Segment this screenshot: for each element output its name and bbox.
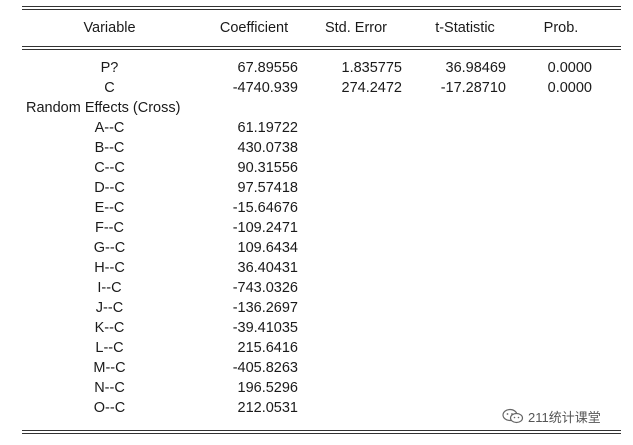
- table-row-variable: P?: [100, 60, 119, 76]
- header-coefficient: Coefficient: [219, 20, 289, 36]
- table-row-prob: 0.0000: [547, 80, 592, 96]
- effect-row-coefficient: 90.31556: [237, 160, 298, 176]
- watermark-text: 211统计课堂: [528, 409, 601, 425]
- header-variable: Variable: [83, 20, 136, 36]
- effect-row-coefficient: 97.57418: [237, 180, 298, 196]
- effect-row-coefficient: -109.2471: [232, 220, 298, 236]
- table-row-variable: C: [104, 80, 115, 96]
- table-row-coefficient: -4740.939: [232, 80, 298, 96]
- effect-row-variable: G--C: [93, 240, 126, 256]
- table-row-std-error: 274.2472: [341, 80, 402, 96]
- effect-row-variable: M--C: [93, 360, 126, 376]
- effect-row-variable: I--C: [97, 280, 122, 296]
- header-t-statistic: t-Statistic: [435, 20, 495, 36]
- effect-row-variable: F--C: [95, 220, 124, 236]
- effect-row-coefficient: 196.5296: [237, 380, 298, 396]
- effect-row-coefficient: 430.0738: [237, 140, 298, 156]
- effect-row-coefficient: 61.19722: [237, 120, 298, 136]
- header-rule: [22, 46, 621, 47]
- effect-row-variable: C--C: [94, 160, 125, 176]
- top-rule: [22, 6, 621, 7]
- effect-row-variable: N--C: [94, 380, 125, 396]
- table-row-t-statistic: -17.28710: [440, 80, 506, 96]
- header-prob: Prob.: [543, 20, 579, 36]
- table-row-std-error: 1.835775: [341, 60, 402, 76]
- watermark: 211统计课堂: [502, 405, 601, 427]
- effect-row-variable: E--C: [94, 200, 125, 216]
- effect-row-variable: K--C: [94, 320, 125, 336]
- top-rule-inner: [22, 9, 621, 10]
- effect-row-coefficient: 36.40431: [237, 260, 298, 276]
- effect-row-coefficient: -405.8263: [232, 360, 298, 376]
- effect-row-variable: O--C: [93, 400, 126, 416]
- header-rule-inner: [22, 49, 621, 50]
- effect-row-variable: B--C: [94, 140, 125, 156]
- effect-row-coefficient: -743.0326: [232, 280, 298, 296]
- header-std-error: Std. Error: [324, 20, 388, 36]
- effect-row-variable: A--C: [94, 120, 125, 136]
- bottom-rule-inner: [22, 433, 621, 434]
- effect-row-variable: D--C: [94, 180, 125, 196]
- section-label: Random Effects (Cross): [26, 100, 181, 116]
- effect-row-coefficient: 215.6416: [237, 340, 298, 356]
- effect-row-coefficient: 109.6434: [237, 240, 298, 256]
- effect-row-variable: J--C: [95, 300, 124, 316]
- effect-row-coefficient: -39.41035: [232, 320, 298, 336]
- effect-row-variable: L--C: [95, 340, 124, 356]
- table-row-t-statistic: 36.98469: [445, 60, 506, 76]
- effect-row-coefficient: 212.0531: [237, 400, 298, 416]
- bottom-rule: [22, 430, 621, 431]
- effect-row-variable: H--C: [94, 260, 125, 276]
- effect-row-coefficient: -15.64676: [232, 200, 298, 216]
- table-row-coefficient: 67.89556: [237, 60, 298, 76]
- wechat-icon: [502, 408, 524, 424]
- table-row-prob: 0.0000: [547, 60, 592, 76]
- effect-row-coefficient: -136.2697: [232, 300, 298, 316]
